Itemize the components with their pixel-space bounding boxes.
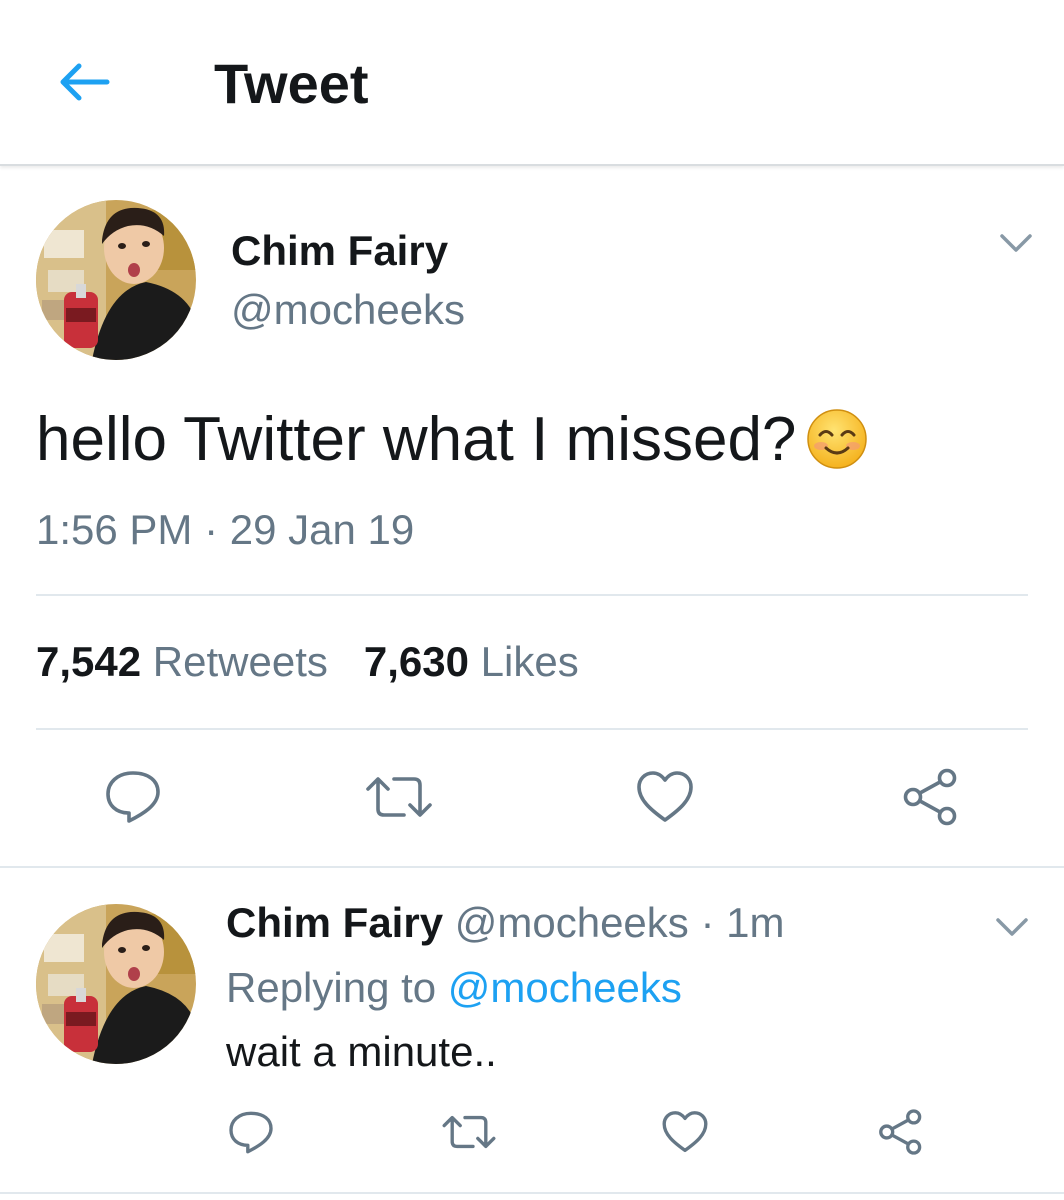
like-button[interactable]	[628, 762, 702, 832]
tweet-body: hello Twitter what I missed?	[36, 405, 797, 474]
smiling-face-icon	[806, 408, 868, 486]
retweets-stat[interactable]: 7,542 Retweets	[36, 638, 328, 685]
replying-to-mention[interactable]: @mocheeks	[448, 964, 682, 1011]
reply-author-name[interactable]: Chim Fairy	[226, 899, 443, 946]
like-icon	[662, 1111, 708, 1153]
reply-reply-button[interactable]	[220, 1104, 282, 1160]
share-button[interactable]	[894, 762, 968, 832]
chevron-down-icon	[1000, 234, 1032, 252]
arrow-left-icon	[60, 63, 110, 101]
tweet-timestamp[interactable]: 1:56 PM · 29 Jan 19	[36, 505, 414, 555]
avatar[interactable]	[36, 200, 196, 360]
like-icon	[637, 771, 693, 822]
share-icon	[903, 768, 957, 826]
replying-to-line: Replying to @mocheeks	[226, 963, 682, 1013]
divider	[36, 728, 1028, 730]
reply-icon	[106, 771, 160, 823]
retweet-icon	[442, 1115, 496, 1149]
chevron-down-icon	[996, 918, 1028, 936]
reply-share-button[interactable]	[870, 1104, 932, 1160]
tweet-stats: 7,542 Retweets 7,630 Likes	[36, 637, 579, 687]
section-divider	[0, 866, 1064, 868]
divider	[0, 1192, 1064, 1194]
share-icon	[879, 1109, 922, 1155]
likes-label: Likes	[480, 638, 579, 685]
reply-like-button[interactable]	[654, 1104, 716, 1160]
retweets-count: 7,542	[36, 638, 142, 685]
reply-header: Chim Fairy @mocheeks · 1m	[226, 898, 784, 948]
author-name[interactable]: Chim Fairy	[231, 226, 448, 276]
reply-handle-time: @mocheeks · 1m	[454, 899, 785, 946]
page-title: Tweet	[214, 52, 369, 115]
top-bar: Tweet	[0, 0, 1064, 166]
reply-button[interactable]	[96, 762, 170, 832]
tweet-options-button[interactable]	[996, 228, 1036, 258]
replying-to-label: Replying to	[226, 964, 437, 1011]
back-button[interactable]	[48, 52, 118, 112]
retweets-label: Retweets	[152, 638, 328, 685]
reply-avatar[interactable]	[36, 904, 196, 1064]
retweet-button[interactable]	[362, 762, 436, 832]
retweet-icon	[366, 777, 432, 817]
reply-icon	[229, 1111, 273, 1153]
author-handle[interactable]: @mocheeks	[231, 285, 465, 335]
likes-stat[interactable]: 7,630 Likes	[364, 638, 579, 685]
reply-text: wait a minute..	[226, 1028, 497, 1075]
reply-options-button[interactable]	[992, 912, 1032, 942]
tweet-text: hello Twitter what I missed?	[36, 404, 868, 486]
divider	[36, 594, 1028, 596]
reply-retweet-button[interactable]	[436, 1104, 502, 1160]
likes-count: 7,630	[363, 638, 469, 685]
